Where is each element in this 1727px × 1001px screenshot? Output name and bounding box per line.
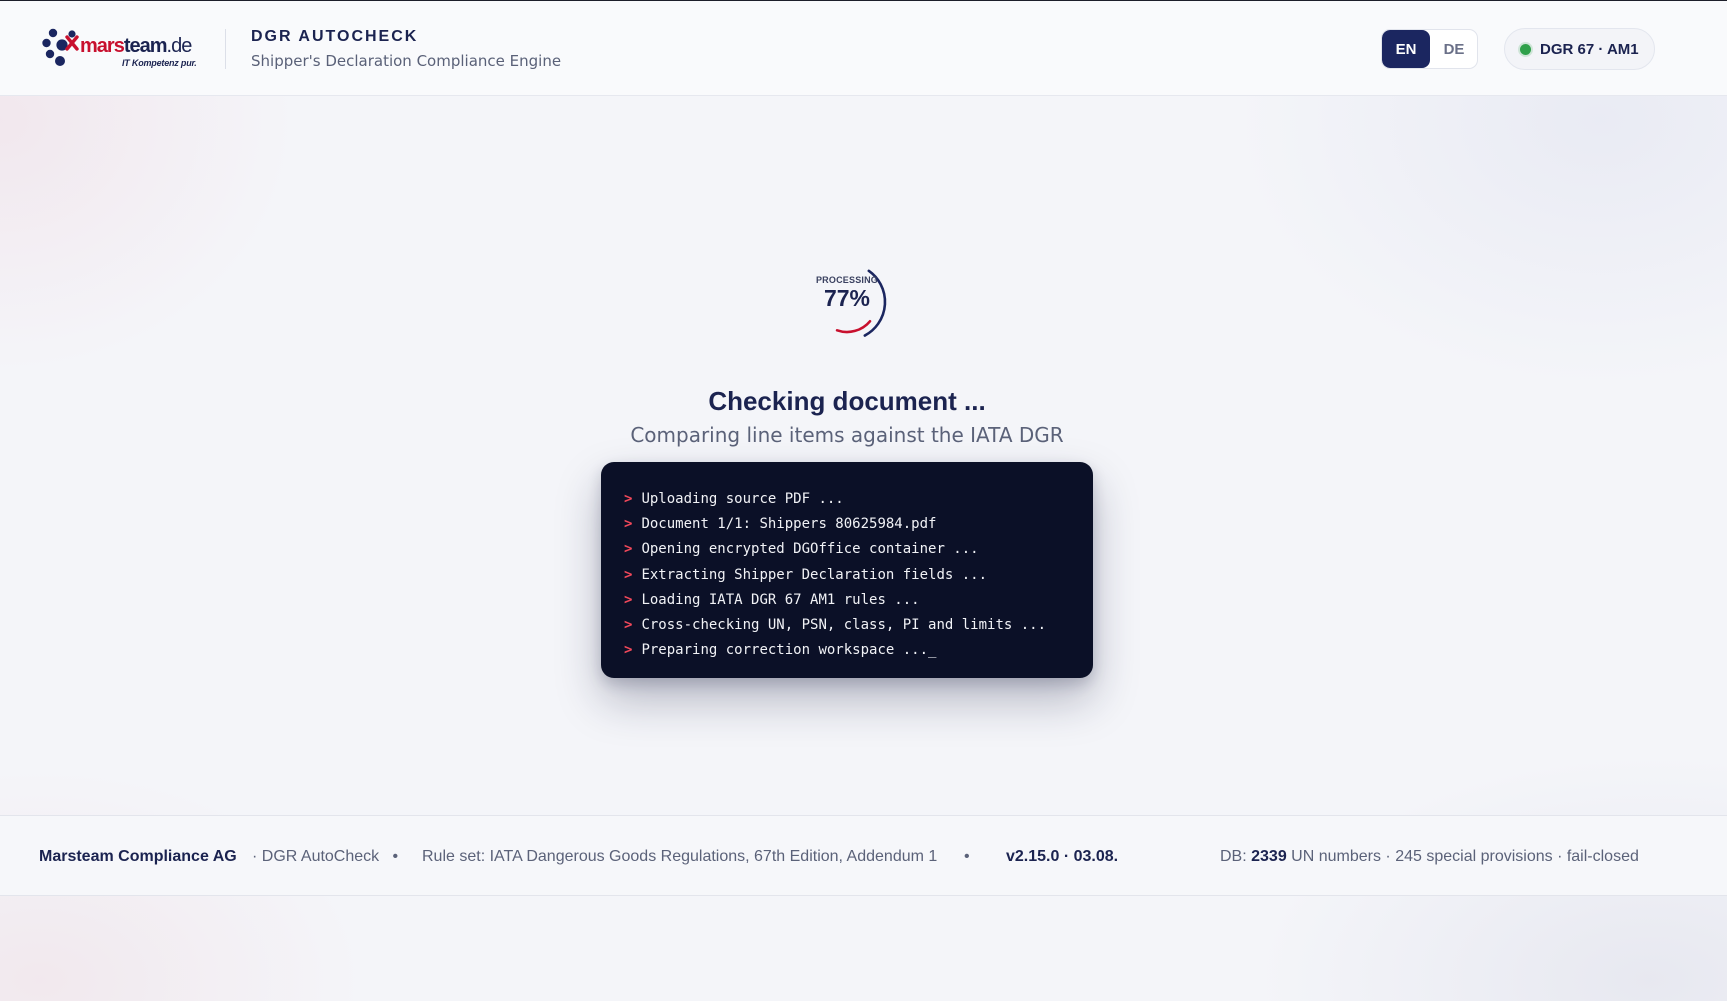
ruleset-version-badge: DGR 67 · AM1 <box>1504 28 1655 70</box>
status-subtitle: Comparing line items against the IATA DG… <box>630 423 1064 447</box>
progress-inner-arc <box>835 319 872 334</box>
prompt-chevron-icon: > <box>624 566 633 583</box>
language-en-button[interactable]: EN <box>1382 30 1430 68</box>
progress-percentage: 77% <box>823 285 871 311</box>
logo-dots-icon <box>42 28 79 66</box>
ruleset-version-label: DGR 67 · AM1 <box>1540 40 1639 58</box>
footer-db-count: 2339 <box>1251 848 1287 865</box>
prompt-chevron-icon: > <box>624 642 633 659</box>
footer-separator: • <box>963 848 970 865</box>
language-de-button[interactable]: DE <box>1430 30 1477 68</box>
footer-company: Marsteam Compliance AG <box>39 848 237 865</box>
log-line-text: Loading IATA DGR 67 AM1 rules ... <box>641 591 920 608</box>
footer-db-suffix: UN numbers · 245 special provisions · fa… <box>1291 848 1639 865</box>
footer-ruleset-text: Rule set: IATA Dangerous Goods Regulatio… <box>422 848 938 865</box>
footer-db-stats: DB: 2339 UN numbers · 245 special provis… <box>1220 848 1639 866</box>
header-divider <box>225 29 226 69</box>
app-subtitle: Shipper's Declaration Compliance Engine <box>251 52 562 70</box>
log-line: > Cross-checking UN, PSN, class, PI and l… <box>624 612 1093 637</box>
prompt-chevron-icon: > <box>624 490 633 507</box>
log-line-text: Cross-checking UN, PSN, class, PI and li… <box>641 617 1047 634</box>
status-title: Checking document ... <box>708 386 986 416</box>
footer-db-prefix: DB: <box>1220 848 1247 865</box>
log-line: > Opening encrypted DGOffice container ..… <box>624 537 1093 562</box>
log-line: > Preparing correction workspace ..._ <box>624 638 1093 663</box>
log-line: > Uploading source PDF ... <box>624 486 1093 511</box>
prompt-chevron-icon: > <box>624 541 633 558</box>
footer-product-name: · DGR AutoCheck <box>252 848 380 865</box>
log-line: > Loading IATA DGR 67 AM1 rules ... <box>624 587 1093 612</box>
log-line: > Extracting Shipper Declaration fields .… <box>624 562 1093 587</box>
log-line-text: Document 1/1: Shippers 80625984.pdf <box>641 515 937 532</box>
language-toggle: EN DE <box>1381 29 1478 69</box>
footer-ruleset: Rule set: IATA Dangerous Goods Regulatio… <box>422 848 970 866</box>
footer-separator: • <box>392 848 399 865</box>
log-line: > Document 1/1: Shippers 80625984.pdf <box>624 511 1093 536</box>
footer-version: v2.15.0 · 03.08. <box>1006 848 1119 865</box>
prompt-chevron-icon: > <box>624 617 633 634</box>
progress-label: PROCESSING <box>815 275 878 285</box>
log-line-text: Extracting Shipper Declaration fields ..… <box>641 566 988 583</box>
status-dot-icon <box>1520 43 1531 55</box>
marsteam-logo[interactable]: marsteam.de IT Kompetenz pur. <box>42 27 202 71</box>
footer-product: · DGR AutoCheck • <box>252 848 398 866</box>
app-footer: Marsteam Compliance AG · DGR AutoCheck •… <box>0 815 1727 896</box>
prompt-chevron-icon: > <box>624 591 633 608</box>
logo-tagline: IT Kompetenz pur. <box>122 58 197 68</box>
log-line-text: Opening encrypted DGOffice container ... <box>641 541 979 558</box>
log-line-text: Uploading source PDF ... <box>641 490 844 507</box>
app-header: marsteam.de IT Kompetenz pur. DGR AUTOCH… <box>0 1 1727 96</box>
logo-wordmark: marsteam.de <box>80 35 192 57</box>
log-line-text: Preparing correction workspace ..._ <box>641 642 937 659</box>
processing-log: > Uploading source PDF ... > Document 1/1:… <box>601 462 1093 678</box>
app-title: DGR AUTOCHECK <box>251 28 419 45</box>
prompt-chevron-icon: > <box>624 515 633 532</box>
